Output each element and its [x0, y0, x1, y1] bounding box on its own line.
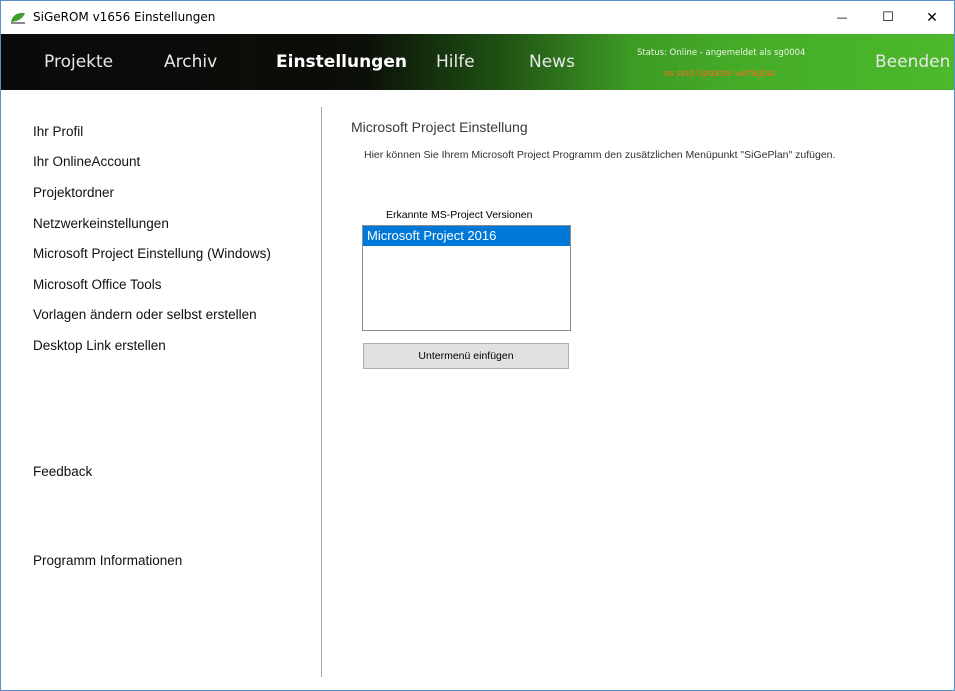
close-icon: ✕ [926, 9, 938, 26]
update-notice[interactable]: es sind Updates verfügbar [664, 69, 776, 79]
sidebar-item-ms-project[interactable]: Microsoft Project Einstellung (Windows) [33, 246, 271, 261]
maximize-button[interactable]: ☐ [865, 1, 911, 34]
versions-listbox[interactable]: Microsoft Project 2016 [362, 225, 571, 331]
nav-news[interactable]: News [529, 52, 575, 72]
page-description: Hier können Sie Ihrem Microsoft Project … [364, 149, 836, 161]
window-title: SiGeROM v1656 Einstellungen [33, 10, 216, 24]
sidebar-item-feedback[interactable]: Feedback [33, 464, 92, 479]
app-window: SiGeROM v1656 Einstellungen — ☐ ✕ Projek… [0, 0, 955, 691]
sidebar-item-onlineaccount[interactable]: Ihr OnlineAccount [33, 154, 140, 169]
minimize-icon: — [836, 11, 848, 24]
insert-submenu-button[interactable]: Untermenü einfügen [363, 343, 569, 369]
sidebar-divider [321, 107, 322, 677]
sidebar-item-office-tools[interactable]: Microsoft Office Tools [33, 277, 162, 292]
sigerom-leaf-icon [11, 12, 25, 24]
nav-einstellungen[interactable]: Einstellungen [276, 52, 407, 72]
sidebar-item-desktop-link[interactable]: Desktop Link erstellen [33, 338, 166, 353]
maximize-icon: ☐ [882, 10, 894, 25]
close-button[interactable]: ✕ [909, 1, 954, 34]
sidebar-item-profil[interactable]: Ihr Profil [33, 124, 83, 139]
status-text: Status: Online - angemeldet als sg0004 [637, 48, 806, 58]
sidebar-item-vorlagen[interactable]: Vorlagen ändern oder selbst erstellen [33, 307, 257, 322]
versions-label: Erkannte MS-Project Versionen [386, 209, 533, 221]
exit-button[interactable]: Beenden [875, 52, 950, 72]
nav-projekte[interactable]: Projekte [44, 52, 113, 72]
title-bar: SiGeROM v1656 Einstellungen — ☐ ✕ [1, 1, 954, 34]
sidebar-item-projektordner[interactable]: Projektordner [33, 185, 114, 200]
sidebar-item-programm-info[interactable]: Programm Informationen [33, 553, 182, 568]
nav-archiv[interactable]: Archiv [164, 52, 217, 72]
main-navigation: Projekte Archiv Einstellungen Hilfe News… [1, 34, 954, 90]
minimize-button[interactable]: — [819, 1, 865, 34]
nav-hilfe[interactable]: Hilfe [436, 52, 475, 72]
sidebar-item-netzwerk[interactable]: Netzwerkeinstellungen [33, 216, 169, 231]
page-title: Microsoft Project Einstellung [351, 119, 528, 135]
list-item[interactable]: Microsoft Project 2016 [363, 226, 570, 246]
